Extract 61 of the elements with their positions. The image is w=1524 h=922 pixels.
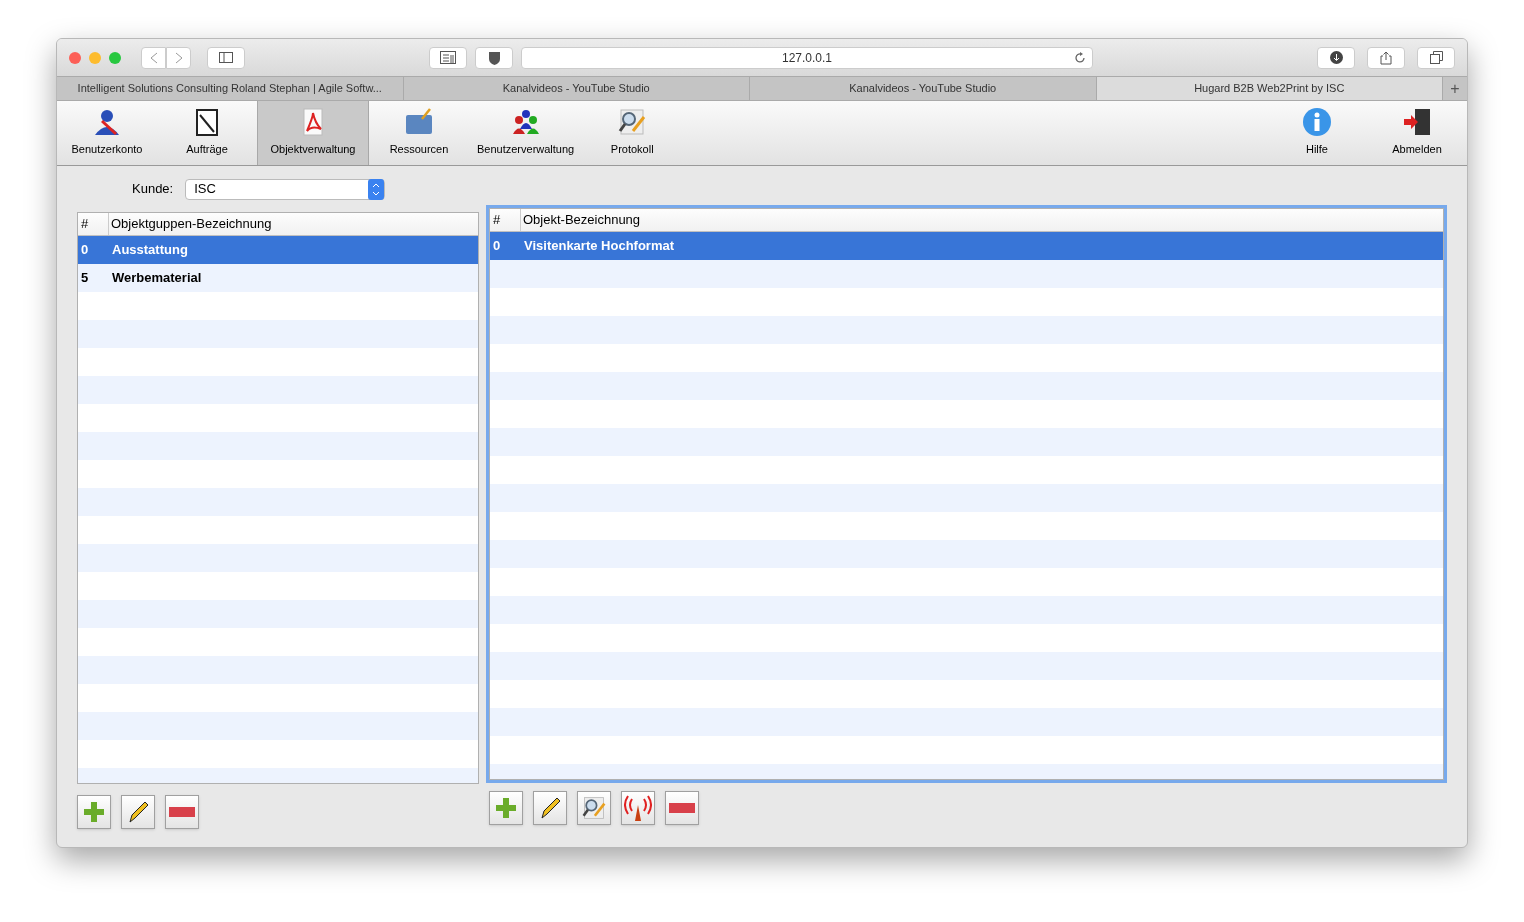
toolbar-button[interactable]: Hilfe: [1267, 101, 1367, 165]
table-row[interactable]: 0 Visitenkarte Hochformat: [490, 232, 1443, 260]
table-cell-text: Werbematerial: [111, 269, 202, 288]
pencil-icon: [126, 800, 150, 824]
plus-icon: [494, 796, 518, 820]
field-label: Kunde:: [132, 180, 174, 199]
sidebar-icon: [219, 52, 233, 63]
sidebar-button[interactable]: [207, 46, 245, 69]
edit-button[interactable]: [533, 791, 567, 825]
new-tab-button[interactable]: +: [1443, 77, 1467, 100]
remove-button[interactable]: [165, 795, 199, 829]
plus-icon: [82, 800, 106, 824]
antenna-icon: [624, 795, 652, 821]
table-cell-text: 0: [492, 237, 502, 256]
column-header[interactable]: #: [490, 209, 521, 231]
edit-button[interactable]: [121, 795, 155, 829]
table-cell-text: Visitenkarte Hochformat: [523, 237, 675, 256]
toolbar-button[interactable]: Abmelden: [1367, 101, 1467, 165]
shield-icon: [487, 50, 501, 65]
select-arrows-icon: [368, 178, 385, 200]
chevron-right-icon: [174, 51, 183, 64]
table-cell-text: 0: [80, 241, 90, 260]
reload-icon[interactable]: [1074, 51, 1086, 64]
reader-button[interactable]: [429, 46, 467, 69]
column-header[interactable]: Objekt-Bezeichnung: [521, 209, 1443, 231]
table-cell-text: 5: [80, 269, 90, 288]
magnifier-pencil-icon: [581, 795, 607, 821]
toolbar-button[interactable]: Protokoll: [582, 101, 683, 165]
inspect-button[interactable]: [577, 791, 611, 825]
column-header[interactable]: Objektguppen-Bezeichnung: [109, 213, 478, 235]
table-cell-text: Ausstattung: [111, 241, 188, 260]
tabs-button[interactable]: [1417, 46, 1455, 69]
info-icon: [1302, 106, 1332, 137]
magnifier-pencil-icon: [617, 106, 648, 137]
exit-door-icon: [1402, 106, 1432, 137]
folder-icon: [404, 106, 434, 137]
toolbar-button[interactable]: Aufträge: [157, 101, 257, 165]
customer-select[interactable]: ISC: [185, 178, 386, 200]
table-row[interactable]: 0 Ausstattung: [78, 236, 478, 264]
toolbar-button[interactable]: Benutzerkonto: [57, 101, 157, 165]
add-button[interactable]: [489, 791, 523, 825]
reader-icon: [440, 51, 456, 64]
add-button[interactable]: [77, 795, 111, 829]
broadcast-button[interactable]: [621, 791, 655, 825]
shield-button[interactable]: [475, 46, 513, 69]
share-icon: [1380, 50, 1392, 65]
chevron-left-icon: [149, 51, 158, 64]
remove-button[interactable]: [665, 791, 699, 825]
toolbar-button[interactable]: Objektverwaltung: [257, 101, 369, 165]
minus-icon: [169, 807, 195, 817]
minus-icon: [669, 803, 695, 813]
address-field[interactable]: 127.0.0.1: [521, 46, 1093, 69]
pencil-icon: [538, 796, 562, 820]
tabs-icon: [1429, 51, 1443, 64]
browser-tab[interactable]: Hugard B2B Web2Print by ISC: [1096, 77, 1443, 100]
toolbar-button[interactable]: Benutzerverwaltung: [469, 101, 583, 165]
column-header[interactable]: #: [78, 213, 109, 235]
download-button[interactable]: [1317, 46, 1355, 69]
table-row[interactable]: 5 Werbematerial: [78, 264, 478, 292]
download-icon: [1329, 51, 1343, 64]
toolbar-button[interactable]: Ressourcen: [369, 101, 469, 165]
